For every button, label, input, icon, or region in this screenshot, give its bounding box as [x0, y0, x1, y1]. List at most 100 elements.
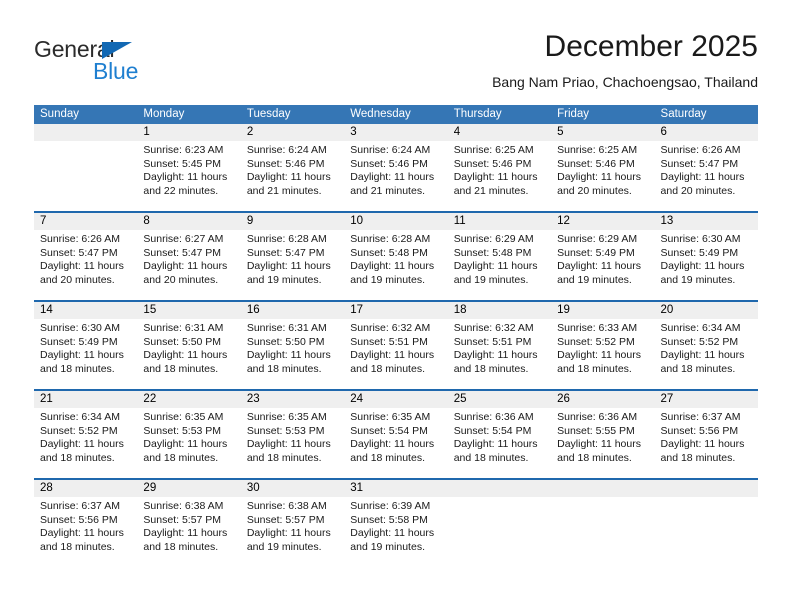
day-sunrise-text: Sunrise: 6:36 AM [453, 411, 534, 423]
day-number[interactable]: 2 [241, 124, 344, 141]
day-daylight2-text: and 18 minutes. [660, 451, 736, 464]
day-number-empty [655, 480, 758, 497]
day-number[interactable]: 4 [448, 124, 551, 141]
day-daylight2-text: and 18 minutes. [660, 362, 736, 375]
day-daylight1-text: Daylight: 11 hours [453, 349, 538, 362]
day-number[interactable]: 8 [137, 213, 240, 230]
day-number[interactable]: 16 [241, 302, 344, 319]
day-daylight1-text: Daylight: 11 hours [246, 438, 331, 451]
day-number[interactable]: 30 [241, 480, 344, 497]
day-cell[interactable]: Sunrise: 6:35 AM Sunset: 5:53 PM Daylight:… [137, 408, 240, 478]
day-cell[interactable]: Sunrise: 6:28 AM Sunset: 5:48 PM Daylight:… [344, 230, 447, 300]
day-cell[interactable]: Sunrise: 6:25 AM Sunset: 5:46 PM Daylight:… [551, 141, 654, 211]
day-sunset-text: Sunset: 5:47 PM [40, 246, 118, 259]
day-daylight1-text: Daylight: 11 hours [557, 260, 641, 273]
day-cell[interactable]: Sunrise: 6:34 AM Sunset: 5:52 PM Daylight:… [655, 319, 758, 389]
day-sunrise-text: Sunrise: 6:23 AM [143, 144, 224, 156]
day-cell[interactable]: Sunrise: 6:28 AM Sunset: 5:47 PM Daylight:… [241, 230, 344, 300]
day-daylight2-text: and 18 minutes. [246, 451, 322, 464]
day-sunrise-text: Sunrise: 6:29 AM [557, 233, 638, 245]
day-number[interactable]: 18 [448, 302, 551, 319]
day-cell[interactable]: Sunrise: 6:26 AM Sunset: 5:47 PM Daylight:… [655, 141, 758, 211]
day-cell[interactable]: Sunrise: 6:37 AM Sunset: 5:56 PM Daylight:… [34, 497, 137, 567]
day-number[interactable]: 26 [551, 391, 654, 408]
day-sunset-text: Sunset: 5:58 PM [350, 513, 428, 526]
day-number[interactable]: 1 [137, 124, 240, 141]
day-cell[interactable]: Sunrise: 6:32 AM Sunset: 5:51 PM Daylight:… [448, 319, 551, 389]
day-sunset-text: Sunset: 5:52 PM [660, 335, 739, 348]
day-number[interactable]: 15 [137, 302, 240, 319]
day-sunset-text: Sunset: 5:57 PM [246, 513, 325, 526]
day-cell[interactable]: Sunrise: 6:38 AM Sunset: 5:57 PM Daylight:… [137, 497, 240, 567]
day-number[interactable]: 5 [551, 124, 654, 141]
day-number[interactable]: 7 [34, 213, 137, 230]
day-number[interactable]: 25 [448, 391, 551, 408]
day-cell[interactable]: Sunrise: 6:29 AM Sunset: 5:49 PM Daylight:… [551, 230, 654, 300]
day-number[interactable]: 13 [655, 213, 758, 230]
day-cell[interactable]: Sunrise: 6:34 AM Sunset: 5:52 PM Daylight:… [34, 408, 137, 478]
day-number[interactable]: 12 [551, 213, 654, 230]
day-sunset-text: Sunset: 5:46 PM [453, 157, 532, 170]
day-cell[interactable]: Sunrise: 6:24 AM Sunset: 5:46 PM Daylight:… [241, 141, 344, 211]
day-cell[interactable]: Sunrise: 6:31 AM Sunset: 5:50 PM Daylight:… [241, 319, 344, 389]
day-cell[interactable]: Sunrise: 6:30 AM Sunset: 5:49 PM Daylight:… [655, 230, 758, 300]
day-number-band: 7 8 9 10 11 12 13 [34, 213, 758, 230]
day-daylight1-text: Daylight: 11 hours [350, 438, 435, 451]
day-number[interactable]: 17 [344, 302, 447, 319]
day-daylight1-text: Daylight: 11 hours [143, 260, 228, 273]
day-cell[interactable]: Sunrise: 6:26 AM Sunset: 5:47 PM Daylight:… [34, 230, 137, 300]
day-cell[interactable]: Sunrise: 6:32 AM Sunset: 5:51 PM Daylight:… [344, 319, 447, 389]
day-number[interactable]: 3 [344, 124, 447, 141]
day-cell[interactable]: Sunrise: 6:35 AM Sunset: 5:53 PM Daylight:… [241, 408, 344, 478]
day-number[interactable]: 20 [655, 302, 758, 319]
day-cell[interactable]: Sunrise: 6:33 AM Sunset: 5:52 PM Daylight:… [551, 319, 654, 389]
day-sunset-text: Sunset: 5:52 PM [557, 335, 635, 348]
day-number[interactable]: 24 [344, 391, 447, 408]
day-number[interactable]: 27 [655, 391, 758, 408]
day-cell[interactable]: Sunrise: 6:36 AM Sunset: 5:54 PM Daylight:… [448, 408, 551, 478]
day-sunrise-text: Sunrise: 6:38 AM [143, 500, 224, 512]
day-number[interactable]: 23 [241, 391, 344, 408]
day-number[interactable]: 6 [655, 124, 758, 141]
day-number[interactable]: 28 [34, 480, 137, 497]
day-daylight2-text: and 19 minutes. [350, 273, 425, 286]
day-number[interactable]: 11 [448, 213, 551, 230]
logo-triangle-icon [102, 42, 132, 59]
day-cell[interactable]: Sunrise: 6:29 AM Sunset: 5:48 PM Daylight:… [448, 230, 551, 300]
day-daylight1-text: Daylight: 11 hours [350, 260, 435, 273]
day-sunset-text: Sunset: 5:47 PM [660, 157, 739, 170]
day-daylight2-text: and 18 minutes. [557, 362, 632, 375]
day-daylight1-text: Daylight: 11 hours [557, 349, 641, 362]
day-number[interactable]: 31 [344, 480, 447, 497]
day-daylight1-text: Daylight: 11 hours [660, 438, 745, 451]
day-sunrise-text: Sunrise: 6:38 AM [246, 500, 327, 512]
weekday-header-row: Sunday Monday Tuesday Wednesday Thursday Frid… [34, 105, 758, 124]
general-blue-logo[interactable]: General Blue [34, 36, 164, 88]
day-cell[interactable]: Sunrise: 6:36 AM Sunset: 5:55 PM Daylight:… [551, 408, 654, 478]
day-cell[interactable]: Sunrise: 6:25 AM Sunset: 5:46 PM Daylight:… [448, 141, 551, 211]
day-number[interactable]: 21 [34, 391, 137, 408]
page-title: December 2025 [544, 30, 758, 63]
day-daylight1-text: Daylight: 11 hours [246, 260, 331, 273]
day-cell[interactable]: Sunrise: 6:31 AM Sunset: 5:50 PM Daylight:… [137, 319, 240, 389]
day-cell[interactable]: Sunrise: 6:24 AM Sunset: 5:46 PM Daylight:… [344, 141, 447, 211]
day-number[interactable]: 19 [551, 302, 654, 319]
day-sunrise-text: Sunrise: 6:28 AM [350, 233, 431, 245]
day-number[interactable]: 22 [137, 391, 240, 408]
day-number[interactable]: 9 [241, 213, 344, 230]
day-number-band: 123456 [34, 124, 758, 141]
day-cell[interactable]: Sunrise: 6:23 AM Sunset: 5:45 PM Daylight:… [137, 141, 240, 211]
day-daylight1-text: Daylight: 11 hours [143, 527, 228, 540]
day-number[interactable]: 10 [344, 213, 447, 230]
day-daylight1-text: Daylight: 11 hours [246, 171, 331, 184]
day-cell[interactable]: Sunrise: 6:37 AM Sunset: 5:56 PM Daylight:… [655, 408, 758, 478]
day-cell[interactable]: Sunrise: 6:27 AM Sunset: 5:47 PM Daylight:… [137, 230, 240, 300]
day-cell[interactable]: Sunrise: 6:30 AM Sunset: 5:49 PM Daylight:… [34, 319, 137, 389]
day-cell[interactable]: Sunrise: 6:39 AM Sunset: 5:58 PM Daylight:… [344, 497, 447, 567]
day-cell[interactable]: Sunrise: 6:38 AM Sunset: 5:57 PM Daylight:… [241, 497, 344, 567]
day-cell[interactable]: Sunrise: 6:35 AM Sunset: 5:54 PM Daylight:… [344, 408, 447, 478]
day-sunset-text: Sunset: 5:57 PM [143, 513, 222, 526]
day-number[interactable]: 14 [34, 302, 137, 319]
day-number[interactable]: 29 [137, 480, 240, 497]
day-sunrise-text: Sunrise: 6:35 AM [246, 411, 327, 423]
